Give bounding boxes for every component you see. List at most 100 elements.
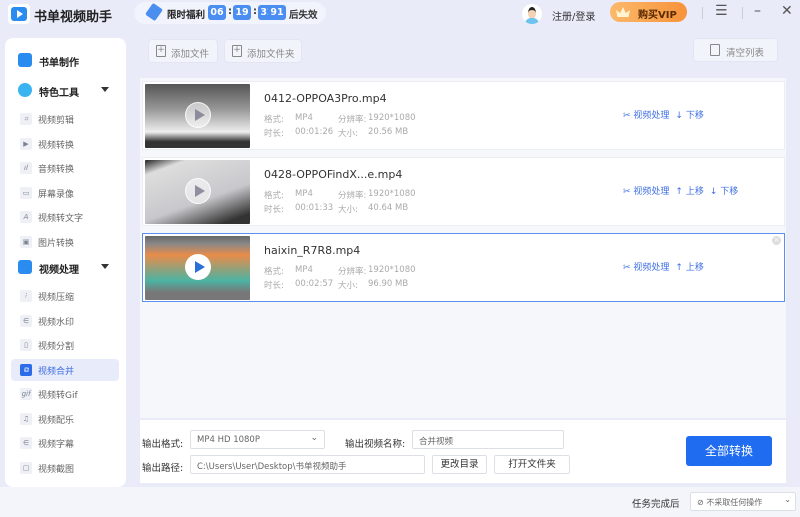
sidebar-item[interactable]: ▭ 屏幕录像 xyxy=(11,182,119,204)
sidebar-item[interactable]: ∈ 视频字幕 xyxy=(11,432,119,454)
play-icon[interactable] xyxy=(185,178,211,204)
caret-down-icon xyxy=(101,87,109,92)
add-folder-button[interactable]: + 添加文件夹 xyxy=(224,39,302,63)
play-icon[interactable] xyxy=(185,254,211,280)
scissors-icon: ✂ xyxy=(623,111,634,121)
resolution-label: 分辨率: xyxy=(338,267,367,277)
sidebar-item[interactable]: ♫ 视频配乐 xyxy=(11,408,119,430)
change-directory-button[interactable]: 更改目录 xyxy=(432,455,487,474)
file-row[interactable]: 0428-OPPOFindX...e.mp4 格式: MP4 分辨率: 1920… xyxy=(142,157,785,226)
sidebar-item-label: 视频字幕 xyxy=(38,440,75,450)
app-logo-icon xyxy=(8,4,30,24)
forbidden-icon: ⊘ xyxy=(697,498,707,507)
sidebar-item[interactable]: ▶ 视频转换 xyxy=(11,133,119,155)
split-icon: ▯ xyxy=(20,339,32,351)
login-link[interactable]: 注册/登录 xyxy=(552,8,595,23)
video-thumbnail[interactable] xyxy=(145,236,250,300)
label: 下移 xyxy=(685,111,704,121)
add-file-button[interactable]: + 添加文件 xyxy=(148,39,218,63)
move-up-button[interactable]: ↑ 上移 xyxy=(675,187,703,197)
move-up-button[interactable]: ↑ 上移 xyxy=(675,263,703,273)
video-thumbnail[interactable] xyxy=(145,84,250,148)
sidebar-item-label: 视频配乐 xyxy=(38,415,75,426)
sidebar-label: 书单制作 xyxy=(39,58,79,69)
sidebar-item[interactable]: ▣ 图片转换 xyxy=(11,231,119,253)
sidebar-item[interactable]: ▢ 视频截图 xyxy=(11,457,119,479)
video-process-button[interactable]: ✂ 视频处理 xyxy=(623,111,669,121)
sidebar-item[interactable]: ⌗ 视频剪辑 xyxy=(11,108,119,130)
video-process-button[interactable]: ✂ 视频处理 xyxy=(623,187,669,197)
duration-label: 时长: xyxy=(264,281,284,291)
sidebar-item[interactable]: ⧉ 视频合并 xyxy=(11,358,119,381)
file-name: haixin_R7R8.mp4 xyxy=(264,244,361,257)
merge-icon: ⧉ xyxy=(20,363,32,376)
promo-label: 限时福利 xyxy=(167,10,206,21)
video-thumbnail[interactable] xyxy=(145,160,250,224)
sidebar-item-label: 视频截图 xyxy=(38,464,75,475)
sidebar-item-book-list[interactable]: 书单制作 xyxy=(11,48,121,72)
format-value: MP4 xyxy=(295,113,313,123)
trash-icon xyxy=(710,44,720,56)
row-actions: ✂ 视频处理 ↑ 上移 ↓ 下移 xyxy=(623,184,744,197)
size-label: 大小: xyxy=(338,129,358,139)
size-label: 大小: xyxy=(338,281,358,291)
sidebar-item[interactable]: A 视频转文字 xyxy=(11,206,119,228)
sidebar-item[interactable]: ⁝ 视频压缩 xyxy=(11,285,119,307)
section-label: 特色工具 xyxy=(39,88,79,99)
file-list: 0412-OPPOA3Pro.mp4 格式: MP4 分辨率: 1920*108… xyxy=(140,78,786,418)
sidebar-section-tools[interactable]: 特色工具 xyxy=(11,78,121,102)
music-icon: ♫ xyxy=(20,412,32,425)
sidebar-item-label: 视频转文字 xyxy=(38,214,84,224)
watermark-icon: ∈ xyxy=(20,314,32,327)
file-name: 0412-OPPOA3Pro.mp4 xyxy=(264,92,387,105)
sidebar-item-label: 视频压缩 xyxy=(38,293,75,303)
output-format-select[interactable]: MP4 HD 1080P ⌄ xyxy=(190,430,325,449)
video-process-button[interactable]: ✂ 视频处理 xyxy=(623,263,669,273)
remove-file-icon[interactable]: × xyxy=(772,236,781,245)
output-path-input[interactable]: C:\Users\User\Desktop\书单视频助手 xyxy=(190,455,425,474)
select-value: MP4 HD 1080P xyxy=(197,435,260,445)
sidebar-item[interactable]: ▯ 视频分割 xyxy=(11,334,119,356)
size-value: 20.56 MB xyxy=(368,127,409,137)
chevron-down-icon: ⌄ xyxy=(784,495,791,504)
format-value: MP4 xyxy=(295,265,313,275)
sidebar-item[interactable]: ∈ 视频水印 xyxy=(11,310,119,332)
duration-value: 00:01:33 xyxy=(295,203,334,213)
format-label: 格式: xyxy=(264,115,284,125)
size-value: 96.90 MB xyxy=(368,279,409,289)
menu-icon[interactable]: ☰ xyxy=(715,3,728,19)
minimize-icon[interactable]: – xyxy=(754,3,761,19)
row-actions: ✂ 视频处理 ↓ 下移 xyxy=(623,108,710,121)
play-icon: ▶ xyxy=(20,137,32,150)
file-row[interactable]: 0412-OPPOA3Pro.mp4 格式: MP4 分辨率: 1920*108… xyxy=(142,81,785,150)
buy-vip-button[interactable]: 购买VIP xyxy=(610,2,687,22)
move-down-button[interactable]: ↓ 下移 xyxy=(710,187,738,197)
sidebar-item-label: 视频剪辑 xyxy=(38,116,75,126)
open-folder-button[interactable]: 打开文件夹 xyxy=(494,455,570,474)
label: 视频处理 xyxy=(633,111,670,121)
compress-icon: ⁝ xyxy=(20,290,32,302)
duration-label: 时长: xyxy=(264,205,284,215)
move-down-button[interactable]: ↓ 下移 xyxy=(675,111,703,121)
sidebar-item[interactable]: ıl 音频转换 xyxy=(11,157,119,179)
sidebar-item-label: 图片转换 xyxy=(38,238,75,249)
avatar[interactable] xyxy=(522,4,542,24)
resolution-label: 分辨率: xyxy=(338,191,367,201)
format-label: 格式: xyxy=(264,191,284,201)
clear-list-button[interactable]: 清空列表 xyxy=(693,38,778,62)
countdown-centis: 91 xyxy=(268,5,286,20)
crop-icon: ⌗ xyxy=(20,113,32,125)
sidebar-section-video-processing[interactable]: 视频处理 xyxy=(11,255,121,279)
after-task-select[interactable]: ⊘ 不采取任何操作 ⌄ xyxy=(690,492,796,511)
crown-icon xyxy=(616,7,630,17)
button-label: 添加文件 xyxy=(171,49,210,60)
title-bar: 书单视频助手 限时福利 06 : 19 : 32 . 91 后失效 注册/登录 … xyxy=(0,0,800,30)
sidebar-item[interactable]: gif 视频转Gif xyxy=(11,383,119,405)
duration-value: 00:02:57 xyxy=(295,279,334,289)
convert-all-button[interactable]: 全部转换 xyxy=(686,436,772,466)
resolution-value: 1920*1080 xyxy=(368,189,416,199)
close-icon[interactable]: ✕ xyxy=(781,3,793,19)
file-row[interactable]: haixin_R7R8.mp4 格式: MP4 分辨率: 1920*1080 时… xyxy=(142,233,785,302)
play-icon[interactable] xyxy=(185,102,211,128)
output-name-input[interactable]: 合并视频 xyxy=(412,430,564,449)
